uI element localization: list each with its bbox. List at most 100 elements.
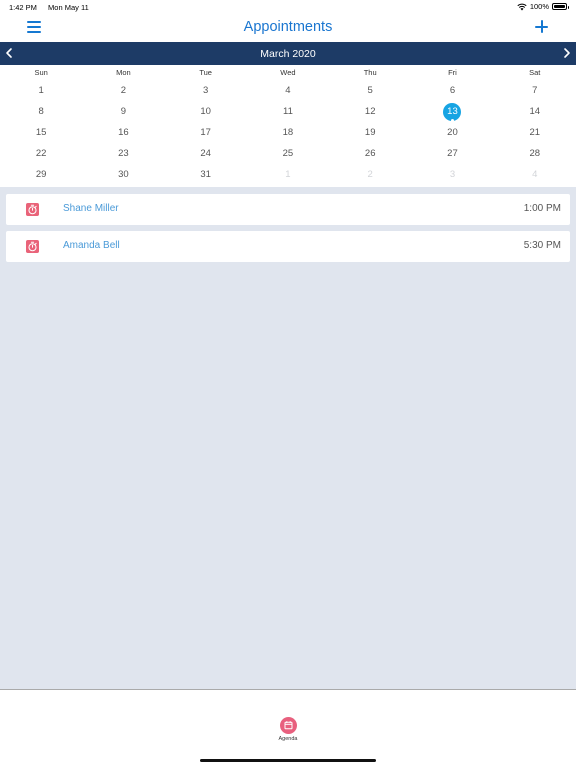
calendar-day-next-month[interactable]: 1: [247, 164, 329, 185]
day-number: 18: [282, 127, 294, 138]
day-number: 25: [282, 148, 294, 159]
calendar-day[interactable]: 3: [165, 80, 247, 101]
day-number: 29: [35, 169, 47, 180]
weekday-label: Sat: [529, 68, 541, 77]
calendar-day[interactable]: 21: [494, 122, 576, 143]
calendar-day[interactable]: 23: [82, 143, 164, 164]
day-number: 23: [118, 148, 129, 159]
day-number: 31: [200, 169, 211, 180]
tab-agenda[interactable]: Agenda: [268, 717, 308, 747]
calendar-day[interactable]: 18: [247, 122, 329, 143]
weekday-header-row: Sun Mon Tue Wed Thu Fri Sat: [0, 68, 576, 77]
weekday-label: Wed: [280, 68, 296, 77]
tab-label: Agenda: [278, 736, 298, 742]
calendar-day[interactable]: 12: [329, 101, 411, 122]
calendar-day[interactable]: 2: [82, 80, 164, 101]
day-number: 19: [364, 127, 376, 138]
day-number: 21: [529, 127, 541, 138]
status-date: Mon May 11: [48, 3, 89, 12]
next-month-button[interactable]: [561, 47, 573, 59]
day-number: 20: [447, 127, 458, 138]
calendar-day-next-month[interactable]: 4: [494, 164, 576, 185]
calendar-day[interactable]: 28: [494, 143, 576, 164]
status-right: 100%: [517, 2, 569, 11]
weekday-label: Sun: [34, 68, 48, 77]
day-number: 26: [364, 148, 376, 159]
calendar-day[interactable]: 10: [165, 101, 247, 122]
calendar-day[interactable]: 16: [82, 122, 164, 143]
stopwatch-icon: [26, 240, 39, 253]
appointment-list: Shane Miller 1:00 PM Amanda Bell 5:30 PM: [6, 194, 570, 268]
day-number: 3: [203, 85, 209, 96]
appointment-time: 1:00 PM: [523, 203, 561, 214]
day-number: 4: [285, 85, 291, 96]
tab-bar: Agenda: [0, 689, 576, 768]
day-number: 5: [367, 85, 373, 96]
day-number: 24: [200, 148, 211, 159]
calendar-day[interactable]: 6: [411, 80, 493, 101]
month-title: March 2020: [260, 48, 316, 60]
day-number: 30: [118, 169, 129, 180]
day-number: 22: [35, 148, 47, 159]
calendar-day[interactable]: 8: [0, 101, 82, 122]
day-number: 9: [120, 106, 127, 117]
appointment-row[interactable]: Amanda Bell 5:30 PM: [6, 231, 570, 262]
appointment-time: 5:30 PM: [523, 240, 561, 251]
calendar-day[interactable]: 26: [329, 143, 411, 164]
calendar-day[interactable]: 7: [494, 80, 576, 101]
status-time: 1:42 PM: [9, 3, 37, 12]
status-bar: 1:42 PM Mon May 11 100%: [0, 0, 576, 14]
calendar-week-row: 8 9 10 11 12 13 14: [0, 101, 576, 122]
month-header: March 2020: [0, 42, 576, 65]
day-number: 12: [364, 106, 376, 117]
calendar-day[interactable]: 29: [0, 164, 82, 185]
calendar-day-selected[interactable]: 13: [411, 101, 493, 122]
home-indicator: [200, 759, 376, 762]
calendar-day[interactable]: 22: [0, 143, 82, 164]
calendar-day[interactable]: 31: [165, 164, 247, 185]
calendar-day[interactable]: 19: [329, 122, 411, 143]
navigation-bar: Appointments: [0, 14, 576, 42]
calendar-day[interactable]: 15: [0, 122, 82, 143]
appointment-row[interactable]: Shane Miller 1:00 PM: [6, 194, 570, 225]
appointment-name: Shane Miller: [63, 203, 119, 214]
page-title: Appointments: [243, 19, 333, 35]
calendar-day[interactable]: 25: [247, 143, 329, 164]
calendar-day-next-month[interactable]: 2: [329, 164, 411, 185]
calendar-day[interactable]: 11: [247, 101, 329, 122]
calendar-week-row: 1 2 3 4 5 6 7: [0, 80, 576, 101]
day-number: 8: [38, 106, 44, 117]
add-appointment-button[interactable]: [534, 19, 549, 34]
calendar-day[interactable]: 30: [82, 164, 164, 185]
day-number: 16: [118, 127, 129, 138]
day-number: 15: [35, 127, 47, 138]
weekday-label: Mon: [116, 68, 131, 77]
day-number: 2: [367, 169, 373, 180]
day-number: 4: [532, 169, 538, 180]
weekday-label: Tue: [199, 68, 212, 77]
day-number: 11: [282, 106, 293, 117]
calendar-week-row: 15 16 17 18 19 20 21: [0, 122, 576, 143]
calendar-day[interactable]: 24: [165, 143, 247, 164]
day-number: 2: [120, 85, 127, 96]
day-number: 28: [529, 148, 541, 159]
calendar-day[interactable]: 17: [165, 122, 247, 143]
weekday-label: Thu: [363, 68, 377, 77]
calendar-icon: [284, 721, 292, 730]
calendar-day-next-month[interactable]: 3: [411, 164, 493, 185]
calendar-day[interactable]: 9: [82, 101, 164, 122]
day-number: 17: [200, 127, 211, 138]
calendar-day[interactable]: 1: [0, 80, 82, 101]
calendar-week-row: 29 30 31 1 2 3 4: [0, 164, 576, 185]
hamburger-menu-icon[interactable]: [27, 21, 41, 33]
calendar-day[interactable]: 14: [494, 101, 576, 122]
wifi-icon: [517, 3, 527, 10]
calendar-day[interactable]: 5: [329, 80, 411, 101]
calendar-day[interactable]: 27: [411, 143, 493, 164]
battery-icon: [552, 3, 569, 10]
day-number: 1: [285, 169, 291, 180]
calendar-day[interactable]: 20: [411, 122, 493, 143]
calendar-week-row: 22 23 24 25 26 27 28: [0, 143, 576, 164]
stopwatch-icon: [26, 203, 39, 216]
calendar-day[interactable]: 4: [247, 80, 329, 101]
